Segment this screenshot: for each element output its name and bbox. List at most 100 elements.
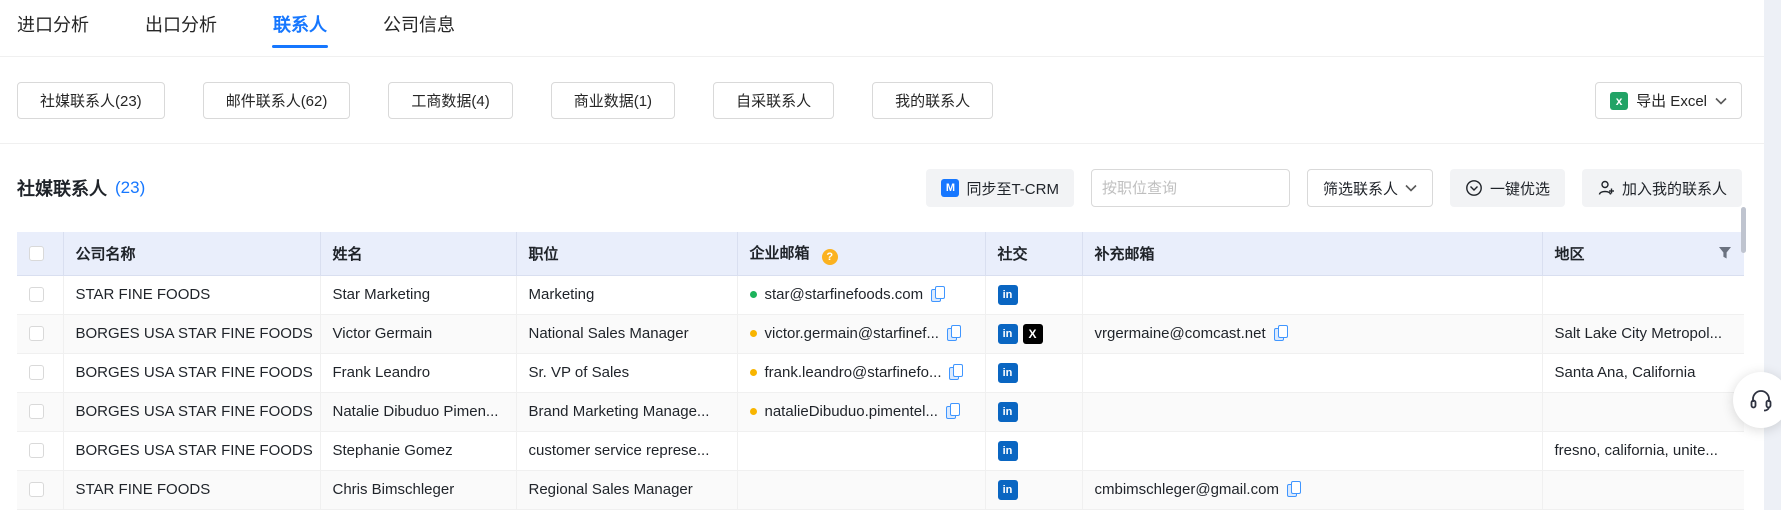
header-social: 社交 <box>985 232 1082 275</box>
name-cell: Victor Germain <box>320 314 516 353</box>
region-cell: fresno, california, unite... <box>1542 431 1744 470</box>
company-cell: BORGES USA STAR FINE FOODS <box>63 392 320 431</box>
extra-email-cell <box>1082 392 1542 431</box>
social-cell: inX <box>985 314 1082 353</box>
contacts-table: 公司名称 姓名 职位 企业邮箱 ? 社交 补充邮箱 地区 STAR FINE <box>17 232 1744 510</box>
one-click-optimize-button[interactable]: 一键优选 <box>1450 169 1565 207</box>
copy-icon[interactable] <box>931 286 944 301</box>
region-cell: Santa Ana, California <box>1542 353 1744 392</box>
corporate-email-cell <box>737 470 985 509</box>
extra-email-text: vrgermaine@comcast.net <box>1095 325 1266 342</box>
table-header-row: 公司名称 姓名 职位 企业邮箱 ? 社交 补充邮箱 地区 <box>17 232 1744 275</box>
header-select-all-cell <box>17 232 63 275</box>
sync-to-tcrm-label: 同步至T-CRM <box>966 178 1059 199</box>
tab-import-analysis[interactable]: 进口分析 <box>17 0 89 50</box>
filter-funnel-icon[interactable] <box>1718 246 1732 260</box>
name-cell: Chris Bimschleger <box>320 470 516 509</box>
position-search-input[interactable] <box>1102 180 1301 197</box>
region-cell <box>1542 470 1744 509</box>
name-cell: Frank Leandro <box>320 353 516 392</box>
copy-icon[interactable] <box>947 325 960 340</box>
linkedin-icon[interactable]: in <box>998 285 1018 305</box>
row-checkbox[interactable] <box>29 326 44 341</box>
title-cell: Brand Marketing Manage... <box>516 392 737 431</box>
filter-social-contacts[interactable]: 社媒联系人(23) <box>17 82 165 119</box>
page-scrollbar-track[interactable] <box>1764 0 1781 510</box>
email-text: star@starfinefoods.com <box>765 286 924 303</box>
headset-icon <box>1747 386 1775 414</box>
email-text: frank.leandro@starfinefo... <box>765 364 942 381</box>
scrollbar-thumb[interactable] <box>1741 207 1746 253</box>
social-cell: in <box>985 353 1082 392</box>
linkedin-icon[interactable]: in <box>998 363 1018 383</box>
company-cell: STAR FINE FOODS <box>63 470 320 509</box>
header-corporate-email: 企业邮箱 ? <box>737 232 985 275</box>
tab-contacts[interactable]: 联系人 <box>273 0 327 50</box>
sync-to-tcrm-button[interactable]: M 同步至T-CRM <box>926 169 1074 207</box>
section-count: (23) <box>115 178 145 198</box>
copy-icon[interactable] <box>946 403 959 418</box>
row-select-cell <box>17 275 63 314</box>
extra-email-cell: cmbimschleger@gmail.com <box>1082 470 1542 509</box>
linkedin-icon[interactable]: in <box>998 324 1018 344</box>
filter-contacts-label: 筛选联系人 <box>1323 178 1398 199</box>
region-cell <box>1542 392 1744 431</box>
header-extra-email: 补充邮箱 <box>1082 232 1542 275</box>
extra-email-cell <box>1082 431 1542 470</box>
filter-contacts-dropdown[interactable]: 筛选联系人 <box>1307 169 1433 207</box>
select-all-checkbox[interactable] <box>29 246 44 261</box>
row-select-cell <box>17 470 63 509</box>
copy-icon[interactable] <box>949 364 962 379</box>
title-cell: National Sales Manager <box>516 314 737 353</box>
copy-icon[interactable] <box>1287 481 1300 496</box>
table-row: STAR FINE FOODSChris BimschlegerRegional… <box>17 470 1744 509</box>
filter-business-registry-data[interactable]: 工商数据(4) <box>388 82 512 119</box>
help-icon[interactable]: ? <box>822 249 838 265</box>
row-checkbox[interactable] <box>29 443 44 458</box>
linkedin-icon[interactable]: in <box>998 480 1018 500</box>
filter-email-contacts[interactable]: 邮件联系人(62) <box>203 82 351 119</box>
extra-email-cell <box>1082 353 1542 392</box>
row-checkbox[interactable] <box>29 404 44 419</box>
name-cell: Natalie Dibuduo Pimen... <box>320 392 516 431</box>
excel-icon: x <box>1610 92 1628 110</box>
header-title: 职位 <box>516 232 737 275</box>
email-status-dot-yellow <box>750 408 757 415</box>
company-cell: STAR FINE FOODS <box>63 275 320 314</box>
extra-email-cell <box>1082 275 1542 314</box>
name-cell: Stephanie Gomez <box>320 431 516 470</box>
position-search-box <box>1091 169 1290 207</box>
filter-my-contacts[interactable]: 我的联系人 <box>872 82 993 119</box>
company-cell: BORGES USA STAR FINE FOODS <box>63 431 320 470</box>
row-checkbox[interactable] <box>29 365 44 380</box>
tab-export-analysis[interactable]: 出口分析 <box>145 0 217 50</box>
social-cell: in <box>985 392 1082 431</box>
header-region: 地区 <box>1542 232 1744 275</box>
social-cell: in <box>985 431 1082 470</box>
row-checkbox[interactable] <box>29 287 44 302</box>
corporate-email-cell: star@starfinefoods.com <box>737 275 985 314</box>
filter-self-collected-contacts[interactable]: 自采联系人 <box>713 82 834 119</box>
social-contacts-section-header: 社媒联系人 (23) M 同步至T-CRM 筛选联系人 一键优选 <box>0 144 1781 232</box>
customer-support-button[interactable] <box>1733 372 1781 428</box>
tab-company-info[interactable]: 公司信息 <box>383 0 455 50</box>
email-status-dot-yellow <box>750 369 757 376</box>
chevron-down-icon <box>1715 97 1727 105</box>
x-icon[interactable]: X <box>1023 324 1043 344</box>
linkedin-icon[interactable]: in <box>998 402 1018 422</box>
header-name: 姓名 <box>320 232 516 275</box>
export-excel-button[interactable]: x 导出 Excel <box>1595 82 1742 119</box>
social-cell: in <box>985 470 1082 509</box>
filter-commercial-data[interactable]: 商业数据(1) <box>551 82 675 119</box>
title-cell: Regional Sales Manager <box>516 470 737 509</box>
export-excel-label: 导出 Excel <box>1636 90 1707 111</box>
row-select-cell <box>17 353 63 392</box>
corporate-email-cell: frank.leandro@starfinefo... <box>737 353 985 392</box>
copy-icon[interactable] <box>1274 325 1287 340</box>
row-checkbox[interactable] <box>29 482 44 497</box>
contact-filter-row: 社媒联系人(23) 邮件联系人(62) 工商数据(4) 商业数据(1) 自采联系… <box>0 57 1781 144</box>
add-to-my-contacts-button[interactable]: 加入我的联系人 <box>1582 169 1742 207</box>
chevron-down-icon <box>1405 184 1417 192</box>
linkedin-icon[interactable]: in <box>998 441 1018 461</box>
row-select-cell <box>17 431 63 470</box>
